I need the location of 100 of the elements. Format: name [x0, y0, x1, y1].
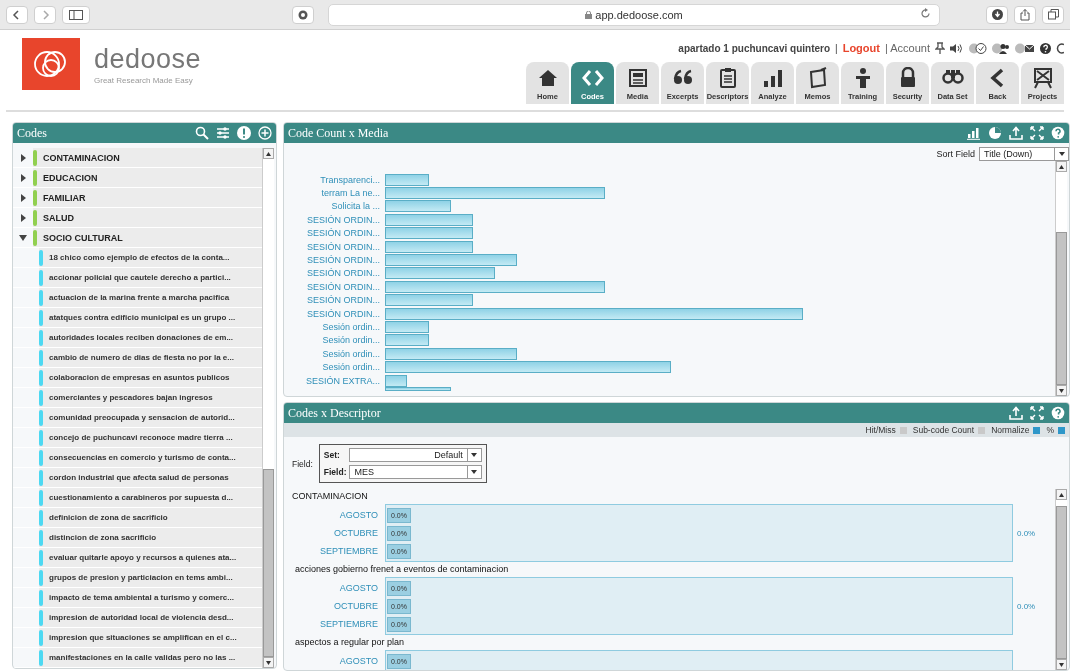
bar-label: Sesión ordin...: [321, 362, 381, 373]
code-label[interactable]: FAMILIAR: [43, 192, 86, 203]
checkbox[interactable]: [978, 426, 986, 434]
extension-button[interactable]: [292, 5, 314, 24]
bar-label: Transparenci...: [319, 174, 381, 185]
option-toggle[interactable]: Hit/Miss: [865, 425, 907, 435]
scroll-down-icon[interactable]: [1059, 662, 1064, 667]
expand-icon[interactable]: [1030, 406, 1044, 420]
checkbox[interactable]: [1058, 426, 1065, 434]
panel-title: Code Count x Media: [288, 125, 389, 141]
download-button[interactable]: [986, 5, 1008, 24]
scrollbar[interactable]: [1055, 161, 1067, 396]
bar-label: Solicita la ...: [330, 201, 381, 212]
add-icon[interactable]: [258, 126, 272, 140]
scroll-up-icon[interactable]: [1059, 164, 1064, 169]
option-toggle[interactable]: %: [1046, 425, 1065, 435]
caret-icon: [471, 453, 478, 457]
reload-icon[interactable]: [920, 7, 931, 19]
user-name: apartado 1 puchuncavi quintero: [678, 42, 831, 54]
total-value: 0.0%: [1017, 528, 1036, 538]
descriptor-label: OCTUBRE: [334, 528, 378, 538]
option-toggle[interactable]: Sub-code Count: [912, 425, 986, 435]
code-label[interactable]: CONTAMINACION: [43, 152, 120, 163]
logo-icon: [22, 38, 80, 90]
tabs-button[interactable]: [1042, 5, 1064, 24]
sort-label: Sort Field: [936, 149, 975, 159]
export-icon[interactable]: [1009, 126, 1023, 140]
bar-label: SESIÓN ORDIN...: [306, 308, 381, 319]
ring-icon: [298, 9, 308, 20]
check-status-icon[interactable]: [969, 42, 987, 54]
code-brackets-icon: [581, 67, 604, 89]
bar-chart-icon: [761, 67, 784, 89]
bar-label: SESIÓN ORDIN...: [306, 214, 381, 225]
descriptor-label: SEPTIEMBRE: [320, 619, 378, 629]
scrollbar[interactable]: [262, 148, 274, 668]
bar-label: Sesión ordin...: [321, 322, 381, 332]
export-icon[interactable]: [1009, 406, 1023, 420]
group-title: aspectos a regular por plan: [294, 636, 406, 649]
caret-icon: [471, 470, 478, 474]
bar-label: SESIÓN ORDIN...: [306, 241, 381, 252]
mail-status-icon[interactable]: [1015, 42, 1035, 54]
checkbox[interactable]: [899, 426, 907, 434]
scroll-down-icon[interactable]: [1059, 388, 1064, 393]
scrollbar[interactable]: [1055, 489, 1067, 670]
help-icon[interactable]: [1040, 42, 1051, 54]
back-button[interactable]: [6, 5, 28, 24]
bar-chart-icon[interactable]: [967, 126, 981, 140]
pin-icon[interactable]: [935, 42, 945, 54]
group-title: CONTAMINACION: [292, 490, 369, 503]
field-label: Field:: [292, 458, 313, 469]
sidebar-icon: [69, 9, 83, 20]
lock-icon: [585, 10, 593, 19]
bar-label: Sesión ordin...: [321, 335, 381, 346]
group-status-icon[interactable]: [992, 42, 1010, 54]
option-toggle[interactable]: Normalize: [991, 425, 1041, 435]
scroll-up-icon[interactable]: [266, 151, 271, 156]
share-icon: [1020, 8, 1030, 21]
separator-text: |: [835, 42, 838, 54]
descriptor-label: AGOSTO: [339, 583, 378, 593]
logout-link[interactable]: Logout: [842, 42, 880, 54]
bar-label: SESIÓN EXTRA...: [304, 375, 381, 386]
descriptor-label: SEPTIEMBRE: [320, 546, 378, 556]
descriptor-label: OCTUBRE: [334, 601, 378, 611]
brand-name: dedoose: [94, 44, 202, 75]
descriptor-label: AGOSTO: [339, 656, 378, 666]
set-dropdown[interactable]: Default: [348, 448, 482, 462]
share-button[interactable]: [1014, 5, 1036, 24]
bar-label: SESIÓN ORDIN...: [306, 255, 381, 266]
newspaper-icon: [626, 67, 649, 89]
group-title: acciones gobierno frenet a eventos de contaminacion: [294, 563, 510, 576]
scroll-down-icon[interactable]: [266, 660, 271, 665]
filter-icon[interactable]: [216, 126, 230, 140]
speaker-icon[interactable]: [950, 42, 964, 54]
total-value: 0.0%: [1017, 601, 1036, 611]
field-dropdown[interactable]: MES: [349, 465, 482, 479]
checkbox[interactable]: [1033, 426, 1041, 434]
panel-title: Codes: [17, 125, 47, 141]
bar-label: Sesión ordin...: [321, 348, 381, 359]
scroll-up-icon[interactable]: [1059, 492, 1064, 497]
refresh-icon[interactable]: [1056, 42, 1064, 54]
code-label[interactable]: SALUD: [43, 212, 74, 223]
pie-chart-icon[interactable]: [988, 126, 1002, 140]
sidebar-button[interactable]: [62, 5, 90, 24]
easel-icon: [1031, 67, 1054, 89]
search-icon[interactable]: [195, 126, 209, 140]
chevron-left-icon: [12, 9, 22, 20]
set-label: Set:: [323, 450, 340, 460]
sort-dropdown[interactable]: Title (Down): [979, 147, 1069, 161]
panel-title: Codes x Descriptor: [288, 405, 381, 421]
alert-icon[interactable]: [237, 126, 251, 140]
expand-icon[interactable]: [1030, 126, 1044, 140]
code-label[interactable]: EDUCACION: [43, 172, 98, 183]
bar-label: SESIÓN ORDIN...: [306, 228, 381, 239]
address-bar[interactable]: app.dedoose.com: [328, 3, 940, 26]
descriptor-label: AGOSTO: [339, 510, 378, 520]
chevron-right-icon: [40, 9, 50, 20]
field-label: Field:: [323, 467, 347, 477]
bar-label: terram La ne...: [320, 188, 381, 199]
bar-label: SESIÓN ORDIN...: [306, 295, 381, 306]
account-link[interactable]: | Account: [884, 42, 930, 54]
